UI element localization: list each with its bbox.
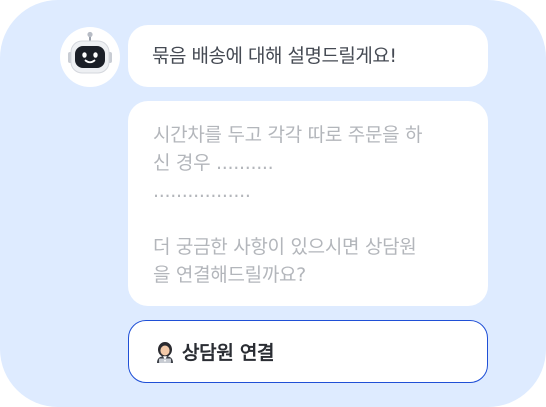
bot-avatar — [60, 27, 120, 87]
message-line: ................. — [153, 180, 251, 202]
chat-panel: 묶음 배송에 대해 설명드릴게요! 시간차를 두고 각각 따로 주문을 하 신 … — [0, 0, 546, 407]
message-line: 을 연결해드릴까요? — [153, 264, 306, 286]
message-line: 시간차를 두고 각각 따로 주문을 하 — [153, 124, 423, 146]
greeting-bubble: 묶음 배송에 대해 설명드릴게요! — [128, 25, 488, 87]
message-line: 신 경우 .......... — [153, 152, 274, 174]
robot-icon — [68, 31, 112, 74]
connect-agent-button[interactable]: 상담원 연결 — [128, 320, 488, 383]
connect-agent-label: 상담원 연결 — [182, 342, 275, 364]
agent-icon — [157, 341, 173, 363]
greeting-text: 묶음 배송에 대해 설명드릴게요! — [152, 45, 397, 67]
message-bubble: 시간차를 두고 각각 따로 주문을 하 신 경우 .......... ....… — [128, 101, 488, 306]
message-line: 더 궁금한 사항이 있으시면 상담원 — [153, 236, 417, 258]
